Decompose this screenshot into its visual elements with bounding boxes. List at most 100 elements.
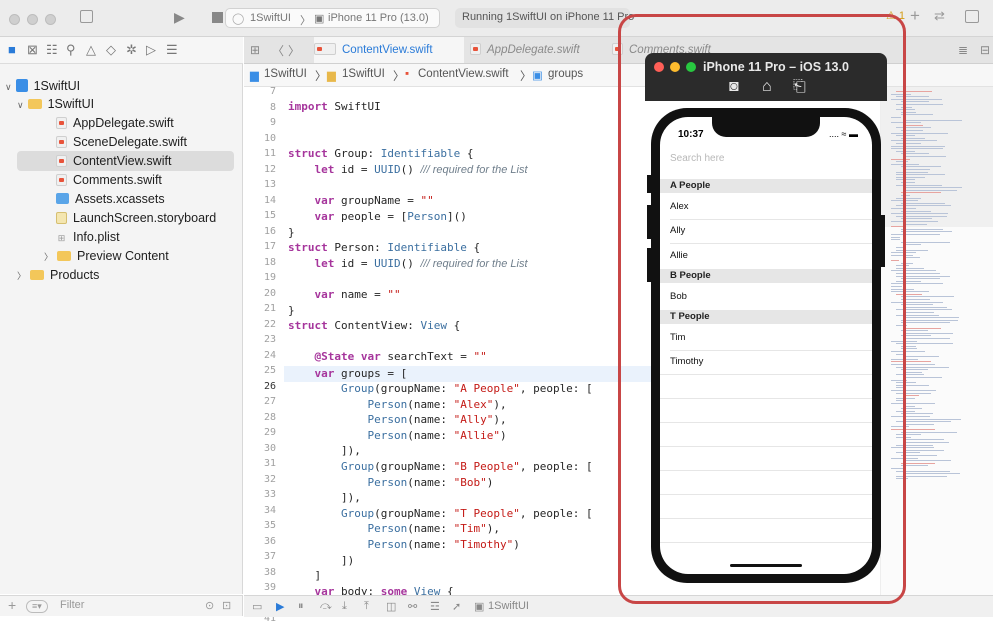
tree-item-folder[interactable]: ∨ 1SwiftUI bbox=[17, 94, 94, 114]
home-indicator[interactable] bbox=[730, 564, 802, 567]
line-number[interactable]: 8 bbox=[244, 102, 276, 113]
line-number[interactable]: 27 bbox=[244, 396, 276, 407]
line-number[interactable]: 20 bbox=[244, 288, 276, 299]
breadcrumb-project[interactable]: 1SwiftUI bbox=[264, 68, 307, 80]
breadcrumb-file[interactable]: ContentView.swift bbox=[418, 68, 509, 80]
search-field[interactable]: Search here bbox=[670, 153, 724, 164]
line-number[interactable]: 7 bbox=[244, 86, 276, 97]
issue-icon[interactable]: △ bbox=[86, 42, 96, 58]
chevron-right-icon[interactable]: 〉 bbox=[17, 271, 26, 281]
scm-filter-icon[interactable]: ⊡ bbox=[222, 599, 231, 612]
line-number[interactable]: 29 bbox=[244, 427, 276, 438]
console-toggle-icon[interactable]: ▭ bbox=[252, 600, 262, 613]
recent-icon[interactable]: ⊙ bbox=[205, 599, 214, 612]
home-icon[interactable]: ⌂ bbox=[762, 78, 772, 96]
list-item[interactable]: Ally bbox=[660, 219, 872, 243]
breadcrumb-symbol[interactable]: groups bbox=[548, 68, 583, 80]
code-line[interactable]: ]) bbox=[288, 554, 354, 567]
tree-item-file[interactable]: ⊞ Info.plist bbox=[56, 227, 120, 247]
close-window-button[interactable] bbox=[654, 62, 664, 72]
test-icon[interactable]: ◇ bbox=[106, 42, 116, 58]
tab-appdelegate[interactable]: AppDelegate.swift bbox=[466, 37, 606, 63]
rotate-icon[interactable]: ⎗ bbox=[793, 78, 806, 96]
tab-contentview[interactable]: ContentView.swift bbox=[314, 37, 464, 63]
line-number[interactable]: 31 bbox=[244, 458, 276, 469]
stop-icon[interactable] bbox=[212, 12, 223, 23]
code-line[interactable]: Group(groupName: "T People", people: [ bbox=[288, 507, 593, 520]
line-number[interactable]: 25 bbox=[244, 365, 276, 376]
chevron-down-icon[interactable]: ∨ bbox=[5, 82, 12, 92]
back-icon[interactable]: 〈 bbox=[272, 42, 284, 59]
line-number[interactable]: 18 bbox=[244, 257, 276, 268]
code-line[interactable]: ]), bbox=[288, 491, 361, 504]
screenshot-icon[interactable]: ◙ bbox=[729, 78, 739, 96]
code-line[interactable]: var people = [Person]() bbox=[288, 210, 467, 223]
code-line[interactable]: ] bbox=[288, 569, 321, 582]
memory-graph-icon[interactable]: ⚯ bbox=[408, 600, 417, 613]
code-line[interactable]: Person(name: "Alex"), bbox=[288, 398, 506, 411]
editor-options-icon[interactable]: ≣ bbox=[958, 43, 968, 57]
breakpoints-toggle-icon[interactable]: ▶ bbox=[276, 600, 284, 613]
line-number[interactable]: 21 bbox=[244, 303, 276, 314]
line-number[interactable]: 39 bbox=[244, 582, 276, 593]
code-line[interactable]: var groupName = "" bbox=[288, 194, 434, 207]
line-number[interactable]: 35 bbox=[244, 520, 276, 531]
tree-item-folder[interactable]: 〉 Products bbox=[17, 265, 99, 285]
code-line[interactable]: ]), bbox=[288, 444, 361, 457]
find-icon[interactable]: ⚲ bbox=[66, 42, 76, 58]
list-item[interactable]: Tim bbox=[660, 326, 872, 350]
code-line[interactable]: struct Person: Identifiable { bbox=[288, 241, 480, 254]
add-icon[interactable]: + bbox=[8, 597, 16, 613]
line-number[interactable]: 11 bbox=[244, 148, 276, 159]
line-number[interactable]: 13 bbox=[244, 179, 276, 190]
code-line[interactable]: Group(groupName: "B People", people: [ bbox=[288, 460, 593, 473]
sidebar-toggle-icon[interactable] bbox=[80, 10, 93, 23]
symbol-icon[interactable]: ☷ bbox=[46, 42, 58, 58]
code-line[interactable]: Person(name: "Bob") bbox=[288, 476, 493, 489]
line-number[interactable]: 22 bbox=[244, 319, 276, 330]
chevron-right-icon[interactable]: 〉 bbox=[44, 252, 53, 262]
breadcrumb-folder[interactable]: 1SwiftUI bbox=[342, 68, 385, 80]
tree-item-file[interactable]: SceneDelegate.swift bbox=[56, 132, 187, 152]
chevron-down-icon[interactable]: ∨ bbox=[17, 100, 24, 110]
code-line[interactable]: } bbox=[288, 226, 295, 239]
list-item[interactable]: Allie bbox=[660, 244, 872, 268]
tree-item-file[interactable]: Comments.swift bbox=[56, 170, 162, 190]
tree-item-file-selected[interactable]: ContentView.swift bbox=[17, 151, 234, 171]
line-number[interactable]: 23 bbox=[244, 334, 276, 345]
filter-options-icon[interactable]: ≡▾ bbox=[26, 600, 48, 613]
line-number[interactable]: 38 bbox=[244, 567, 276, 578]
line-number[interactable]: 28 bbox=[244, 412, 276, 423]
code-line[interactable]: var name = "" bbox=[288, 288, 401, 301]
code-line[interactable]: Person(name: "Ally"), bbox=[288, 413, 506, 426]
code-line[interactable]: struct Group: Identifiable { bbox=[288, 147, 473, 160]
tree-item-file[interactable]: AppDelegate.swift bbox=[56, 113, 174, 133]
code-line[interactable]: let id = UUID() /// required for the Lis… bbox=[288, 163, 528, 176]
line-number[interactable]: 26 bbox=[244, 381, 276, 392]
line-number[interactable]: 9 bbox=[244, 117, 276, 128]
breakpoint-icon[interactable]: ▷ bbox=[146, 42, 156, 58]
close-window-button[interactable] bbox=[9, 14, 20, 25]
add-library-icon[interactable]: + bbox=[910, 6, 920, 26]
folder-icon[interactable]: ■ bbox=[8, 42, 16, 57]
tree-item-file[interactable]: Assets.xcassets bbox=[56, 189, 165, 209]
step-out-icon[interactable]: ⤒ bbox=[364, 600, 369, 613]
code-line[interactable]: Person(name: "Allie") bbox=[288, 429, 506, 442]
zoom-window-button[interactable] bbox=[686, 62, 696, 72]
line-number[interactable]: 24 bbox=[244, 350, 276, 361]
zoom-window-button[interactable] bbox=[45, 14, 56, 25]
run-icon[interactable]: ▶ bbox=[174, 9, 185, 26]
report-icon[interactable]: ☰ bbox=[166, 42, 178, 58]
source-control-icon[interactable]: ⊠ bbox=[27, 42, 38, 58]
line-number[interactable]: 30 bbox=[244, 443, 276, 454]
code-line[interactable]: struct ContentView: View { bbox=[288, 319, 460, 332]
line-number[interactable]: 34 bbox=[244, 505, 276, 516]
line-number[interactable]: 32 bbox=[244, 474, 276, 485]
code-line[interactable]: @State var searchText = "" bbox=[288, 350, 487, 363]
split-editor-icon[interactable]: ⊟ bbox=[980, 43, 990, 57]
code-line[interactable]: Person(name: "Tim"), bbox=[288, 522, 499, 535]
inspector-toggle-icon[interactable] bbox=[965, 10, 979, 23]
code-line[interactable]: Person(name: "Timothy") bbox=[288, 538, 519, 551]
pause-icon[interactable]: ⏸ bbox=[298, 600, 304, 613]
filter-input[interactable]: Filter bbox=[60, 599, 84, 611]
